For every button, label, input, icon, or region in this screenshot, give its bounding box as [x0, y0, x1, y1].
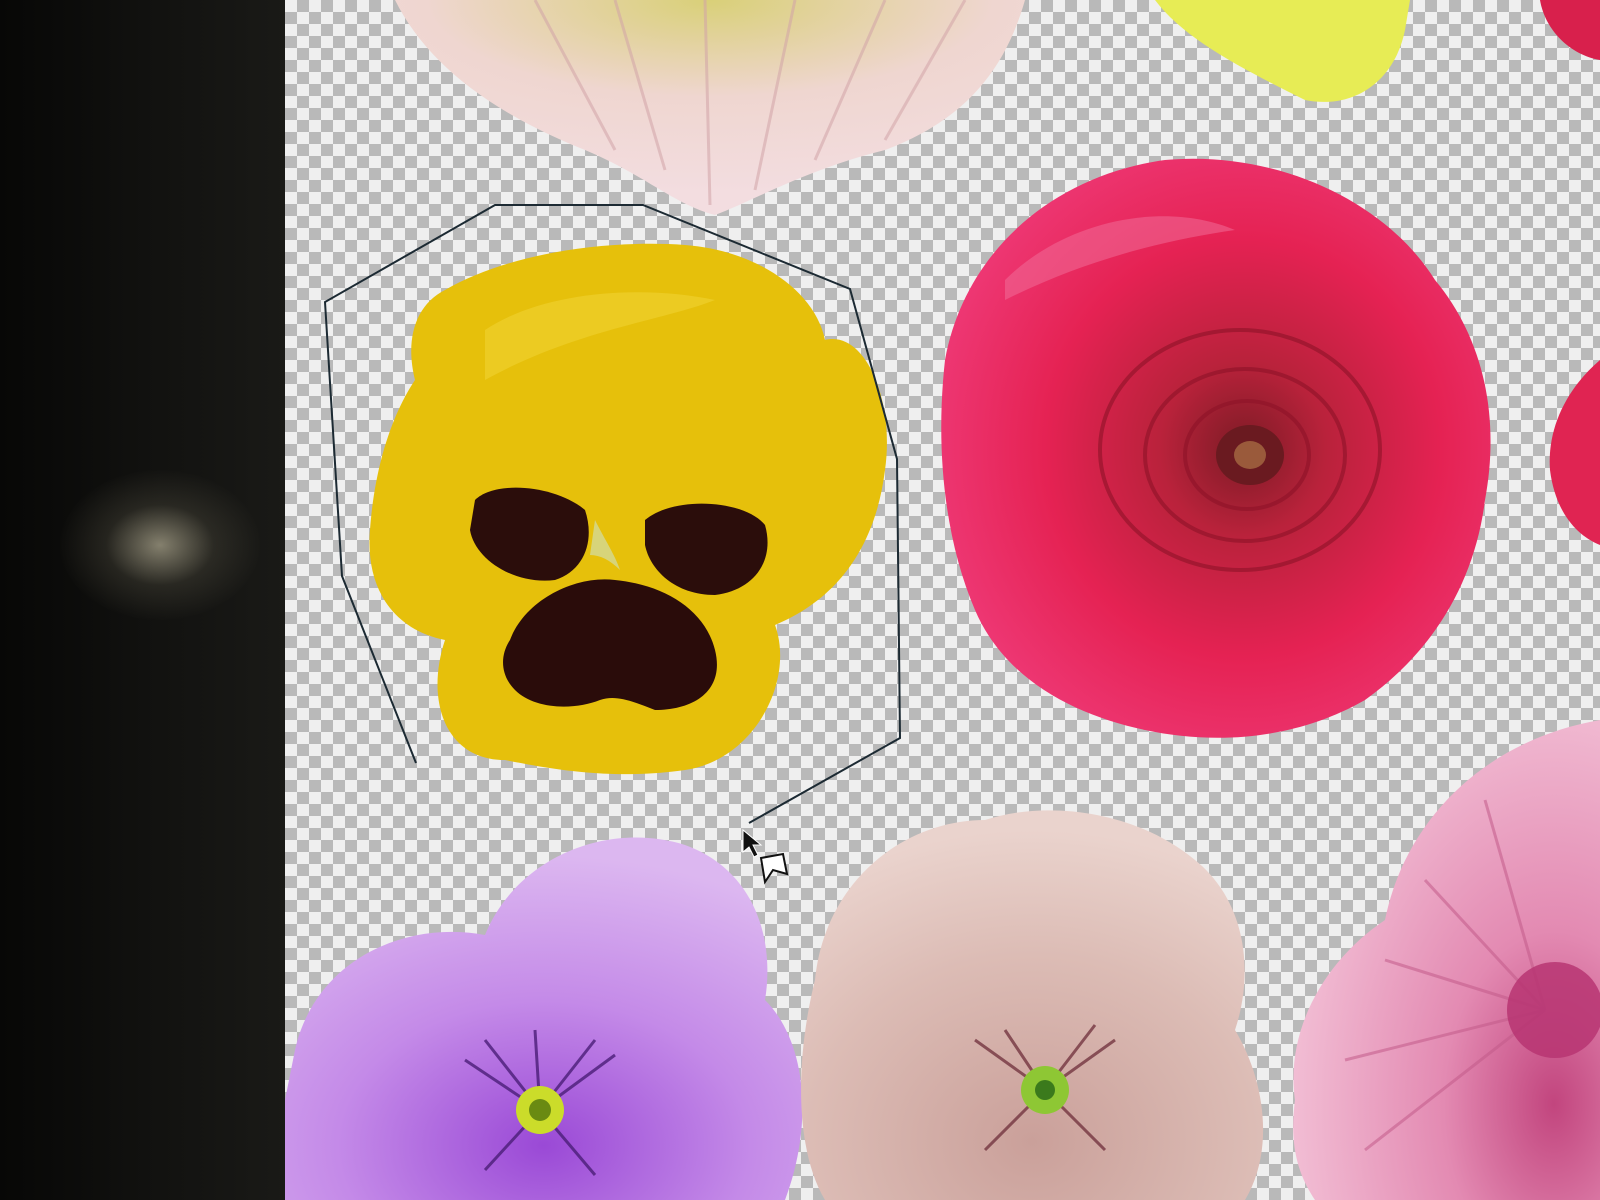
flower-artwork [285, 0, 1600, 1200]
image-canvas[interactable] [285, 0, 1600, 1200]
yellow-pansy-flower [369, 243, 887, 775]
chrysanthemum-flower [395, 0, 1025, 215]
violet-pansy-flower [285, 837, 803, 1200]
monitor-bezel [0, 0, 290, 1200]
yellow-petal-fragment [1155, 0, 1410, 102]
screen-glare [60, 470, 260, 620]
blush-pansy-flower [801, 810, 1264, 1200]
gerbera-flower [1293, 720, 1600, 1200]
red-flower-fragment-right [1549, 360, 1600, 545]
ranunculus-flower [941, 158, 1491, 738]
red-flower-fragment-top [1540, 0, 1600, 60]
